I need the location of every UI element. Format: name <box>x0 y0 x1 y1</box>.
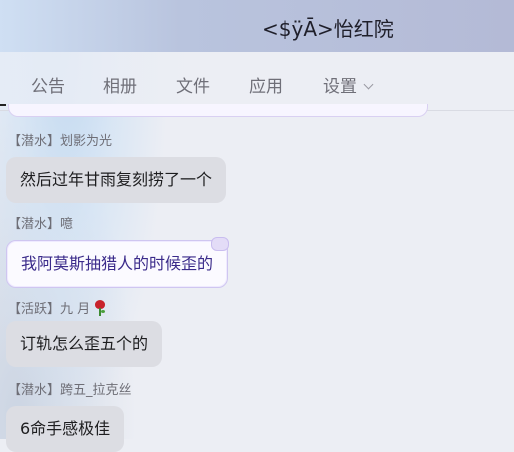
member-badge: 【潜水】 <box>8 383 61 398</box>
message-item: 【潜水】跨五_拉克丝 6命手感极佳 <box>6 382 132 452</box>
tab-apps[interactable]: 应用 <box>249 72 283 97</box>
chevron-down-icon <box>363 79 374 90</box>
sender-name[interactable]: 九 月 <box>60 302 90 317</box>
bubble-decoration-icon <box>211 237 230 251</box>
member-badge: 【潜水】 <box>8 134 61 149</box>
tab-album[interactable]: 相册 <box>103 72 137 97</box>
sender-name[interactable]: 划影为光 <box>60 134 112 149</box>
member-badge: 【潜水】 <box>8 217 61 232</box>
sender-name[interactable]: 跨五_拉克丝 <box>60 383 132 398</box>
message-item: 【潜水】划影为光 然后过年甘雨复刻捞了一个 <box>6 133 227 203</box>
message-text: 我阿莫斯抽猎人的时候歪的 <box>21 254 214 273</box>
message-header: 【活跃】九 月 <box>6 297 162 317</box>
message-bubble[interactable]: 6命手感极佳 <box>6 406 125 452</box>
group-nav-bar: 公告 相册 文件 应用 设置 <box>0 52 514 111</box>
message-header: 【潜水】划影为光 <box>6 133 226 151</box>
member-badge: 【活跃】 <box>8 302 61 317</box>
message-bubble[interactable]: 然后过年甘雨复刻捞了一个 <box>6 157 227 203</box>
divider-mark <box>0 104 6 106</box>
rose-icon <box>94 300 106 316</box>
tab-settings[interactable]: 设置 <box>323 72 374 97</box>
sender-name[interactable]: 噫 <box>60 217 73 232</box>
message-bubble[interactable]: 订轨怎么歪五个的 <box>6 321 163 367</box>
message-item: 【潜水】噫 我阿莫斯抽猎人的时候歪的 <box>6 216 230 288</box>
message-header: 【潜水】跨五_拉克丝 <box>6 382 132 400</box>
message-header: 【潜水】噫 <box>6 216 228 234</box>
previous-message-bubble <box>8 104 428 117</box>
message-bubble[interactable]: 我阿莫斯抽猎人的时候歪的 <box>6 237 230 288</box>
title-bar: <$ÿĀ>怡红院 <box>0 0 514 52</box>
tab-announcements[interactable]: 公告 <box>31 72 65 97</box>
chat-title: <$ÿĀ>怡红院 <box>262 17 394 41</box>
message-item: 【活跃】九 月 订轨怎么歪五个的 <box>6 297 163 367</box>
tab-files[interactable]: 文件 <box>176 72 210 97</box>
tab-settings-label: 设置 <box>323 77 357 97</box>
